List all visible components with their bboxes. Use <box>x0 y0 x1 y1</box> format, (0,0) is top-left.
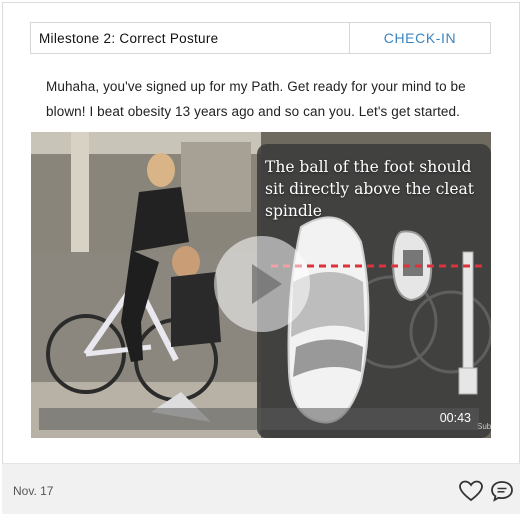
post-message: Muhaha, you've signed up for my Path. Ge… <box>46 79 466 119</box>
video-progress-bar[interactable]: 00:43 <box>39 408 479 430</box>
play-button[interactable] <box>214 236 310 332</box>
video-caption: The ball of the foot should sit directly… <box>265 158 475 220</box>
post-footer: Nov. 17 <box>2 463 520 514</box>
milestone-bar: Milestone 2: Correct Posture CHECK-IN <box>30 22 491 54</box>
check-in-button[interactable]: CHECK-IN <box>350 23 490 53</box>
video-duration: 00:43 <box>439 411 471 425</box>
video-player[interactable]: Subsc The ball of the foot should sit di… <box>31 132 491 438</box>
heart-icon[interactable] <box>459 480 483 502</box>
milestone-title: Milestone 2: Correct Posture <box>31 23 350 53</box>
post-date: Nov. 17 <box>13 484 54 498</box>
svg-text:Subsc: Subsc <box>477 422 491 431</box>
play-icon <box>252 264 282 304</box>
comment-icon[interactable] <box>490 480 514 502</box>
